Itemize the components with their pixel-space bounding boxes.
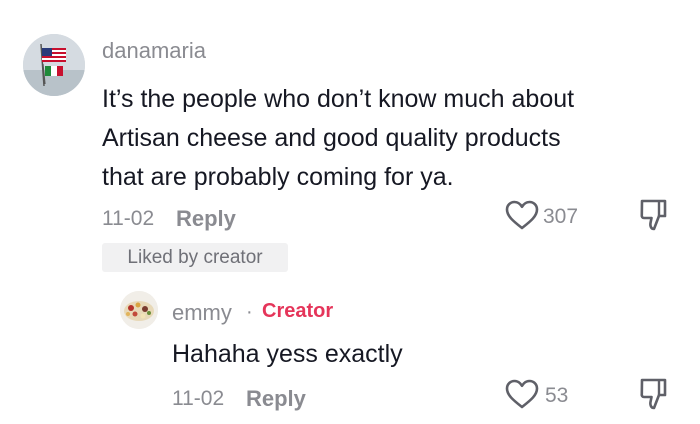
reply-avatar[interactable] — [120, 291, 158, 329]
like-count: 53 — [545, 384, 569, 407]
comment-username[interactable]: danamaria — [102, 38, 206, 64]
reply-date: 11-02 — [172, 387, 225, 410]
commenter-avatar[interactable] — [23, 34, 85, 96]
heart-outline-icon[interactable] — [504, 378, 540, 410]
liked-by-creator-badge: Liked by creator — [102, 243, 288, 272]
heart-outline-icon[interactable] — [504, 199, 540, 231]
reply-button[interactable]: Reply — [246, 386, 306, 412]
comment-date: 11-02 — [102, 207, 155, 230]
comment-line: Artisan cheese and good quality products — [102, 124, 561, 152]
like-count: 307 — [543, 205, 579, 228]
comment-line: It’s the people who don’t know much abou… — [102, 85, 575, 113]
reply-button[interactable]: Reply — [176, 206, 236, 232]
separator-dot: · — [246, 301, 253, 323]
reply-username[interactable]: emmy — [172, 300, 232, 326]
comment-line: that are probably coming for ya. — [102, 163, 454, 191]
thumbs-down-icon[interactable] — [639, 377, 669, 411]
comment-body: It’s the people who don’t know much abou… — [102, 80, 574, 197]
avatar-image — [23, 34, 85, 96]
avatar-image — [120, 291, 158, 329]
creator-tag: Creator — [262, 300, 334, 322]
reply-body: Hahaha yess exactly — [172, 340, 403, 368]
thumbs-down-icon[interactable] — [639, 198, 669, 232]
